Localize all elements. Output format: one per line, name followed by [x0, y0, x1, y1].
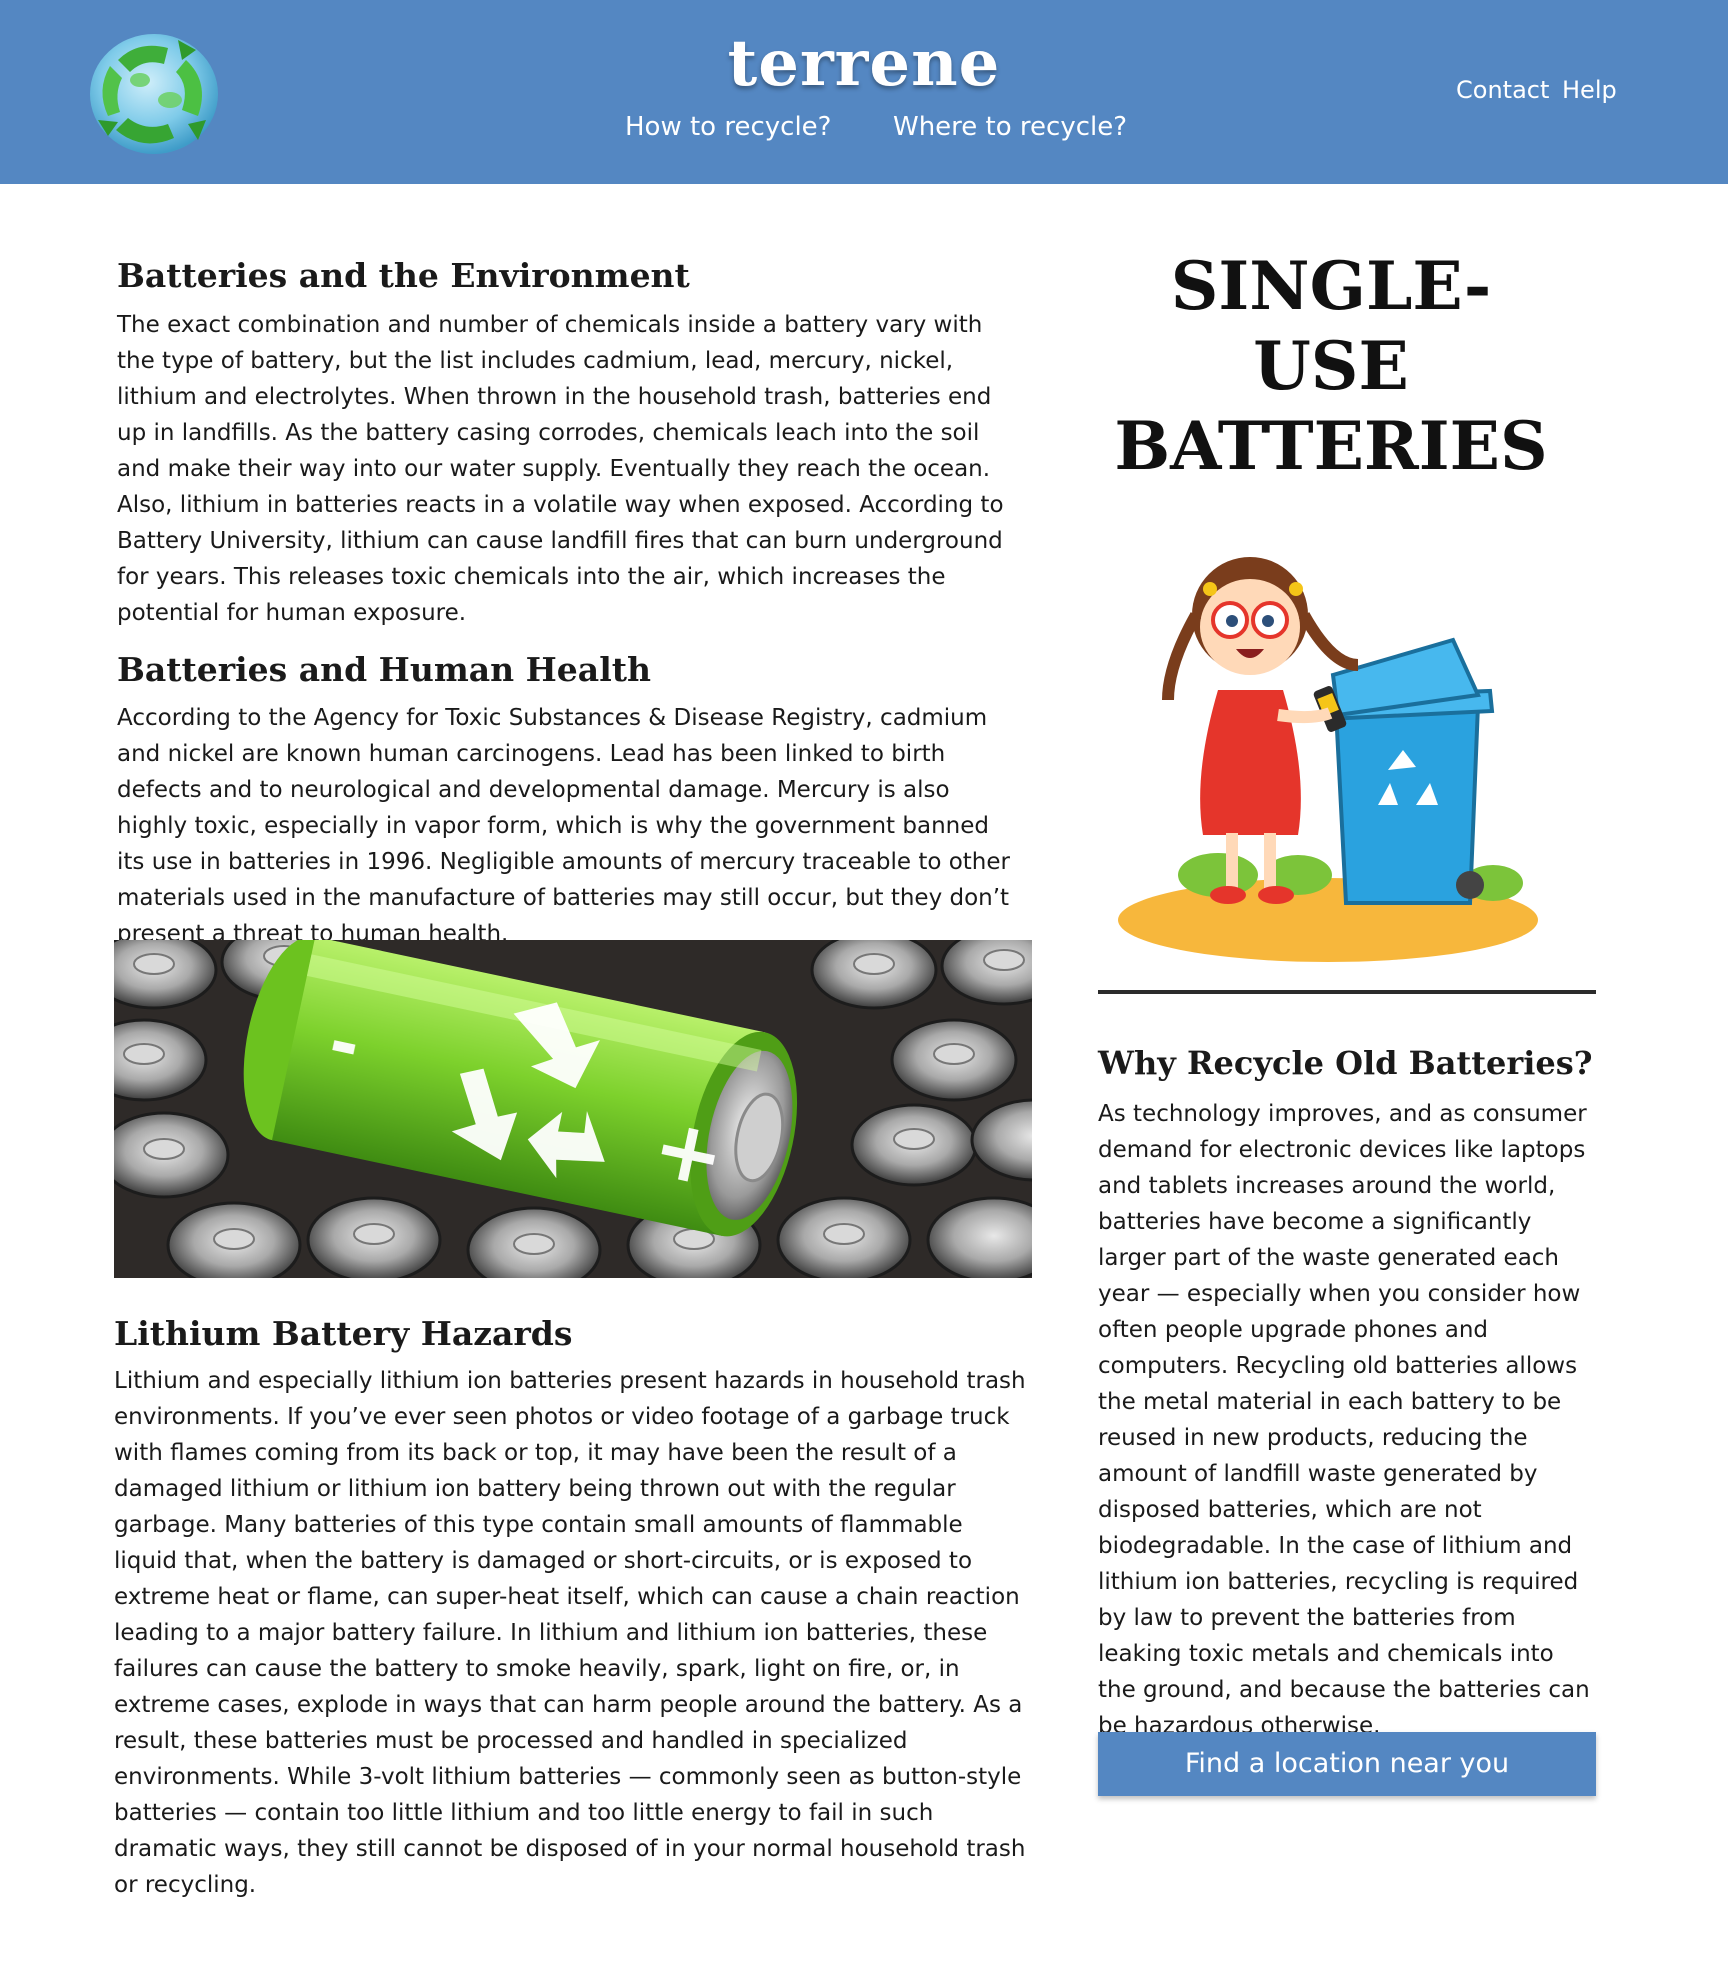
section-text-environment: The exact combination and number of chem… — [117, 312, 1004, 626]
section-text-health: According to the Agency for Toxic Substa… — [117, 705, 1010, 947]
page-title-line1: SINGLE-USE — [1170, 247, 1492, 405]
site-header: terrene How to recycle? Where to recycle… — [0, 0, 1728, 184]
section-heading-health: Batteries and Human Health — [117, 650, 651, 689]
section-divider — [1098, 990, 1596, 994]
green-recycle-battery-image: - + — [114, 940, 1032, 1278]
page-title: SINGLE-USE BATTERIES — [1098, 246, 1564, 486]
nav-how-to-recycle[interactable]: How to recycle? — [625, 112, 831, 142]
girl-recycling-battery-image — [1118, 557, 1538, 962]
section-heading-why-recycle: Why Recycle Old Batteries? — [1098, 1044, 1593, 1082]
page-title-line2: BATTERIES — [1114, 407, 1548, 485]
section-heading-lithium: Lithium Battery Hazards — [114, 1314, 573, 1353]
main-nav: How to recycle? Where to recycle? — [625, 112, 1127, 152]
nav-where-to-recycle[interactable]: Where to recycle? — [893, 112, 1127, 142]
nav-help[interactable]: Help — [1562, 76, 1617, 104]
find-location-button[interactable]: Find a location near you — [1098, 1732, 1596, 1796]
section-text-why-recycle: As technology improves, and as consumer … — [1098, 1101, 1590, 1739]
section-heading-environment: Batteries and the Environment — [117, 256, 690, 295]
utility-nav: Contact Help — [1456, 76, 1656, 116]
section-text-lithium: Lithium and especially lithium ion batte… — [114, 1368, 1026, 1898]
nav-contact[interactable]: Contact — [1456, 76, 1549, 104]
